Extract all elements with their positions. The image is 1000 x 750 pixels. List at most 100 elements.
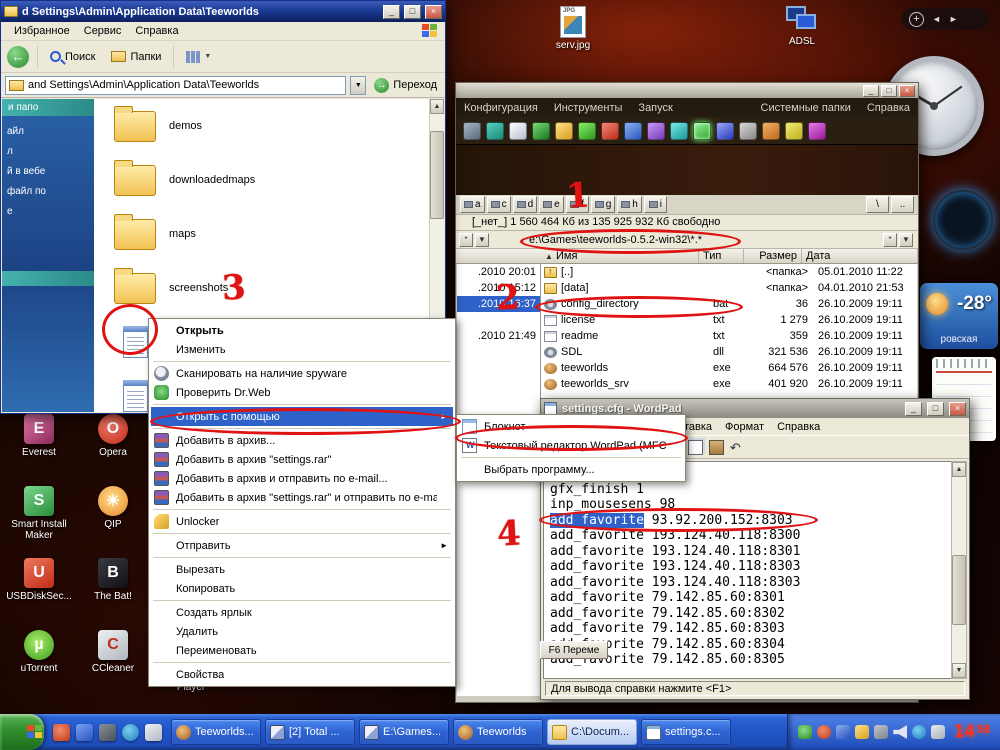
wordpad-scrollbar[interactable]: ▲ ▼ [951,461,967,679]
file-icon[interactable] [114,219,156,250]
maximize-button[interactable]: □ [881,85,897,97]
submenu-item[interactable]: Блокнот ► [459,417,683,436]
menu-item[interactable]: Сервис [77,25,129,37]
gadget-add-button[interactable]: + [909,12,924,27]
task-link[interactable]: файл по [7,182,89,202]
drive-up-button[interactable]: .. [891,196,914,213]
file-label[interactable]: maps [166,227,199,241]
minimize-button[interactable]: _ [905,402,922,416]
menu-item[interactable]: Избранное [7,25,77,37]
task-link[interactable]: айл [7,122,89,142]
menu-item[interactable]: Инструменты [554,102,623,114]
tc-left-row[interactable]: .2010 15:12 [457,280,540,296]
tray-icon-misc[interactable] [931,725,945,739]
maximize-button[interactable]: □ [927,402,944,416]
tray-icon-update[interactable] [855,725,869,739]
gadget-prev-icon[interactable]: ◄ [932,14,941,24]
tc-file-row[interactable]: readme txt 359 26.10.2009 19:11 [541,328,917,344]
back-button[interactable]: ← [7,46,29,68]
search-button[interactable]: Поиск [46,49,99,65]
tc-file-row[interactable]: SDL dll 321 536 26.10.2009 19:11 [541,344,917,360]
desktop-icon[interactable]: E Everest [2,410,76,482]
context-menu-item[interactable]: Добавить в архив... ► [151,431,453,450]
taskbar-clock[interactable]: 14 58 [954,724,990,740]
folders-button[interactable]: Папки [107,49,165,65]
column-header-type[interactable]: Тип [699,249,744,263]
context-menu-item[interactable]: Сканировать на наличие spyware ► [151,364,453,383]
go-button[interactable]: →Переход [370,76,441,95]
tc-file-row[interactable]: [data] <папка> 04.01.2010 21:53 [541,280,917,296]
menu-item[interactable]: Запуск [638,102,672,114]
context-menu-item[interactable]: Добавить в архив "settings.rar" ► [151,450,453,469]
desktop-icon[interactable]: B The Bat! [76,554,150,626]
taskbar-task[interactable]: Teeworlds... [171,719,261,745]
context-menu-item[interactable]: Открыть ► [151,321,453,340]
tc-file-row[interactable]: license txt 1 279 26.10.2009 19:11 [541,312,917,328]
tc-icon-star-red[interactable] [601,122,619,140]
file-row[interactable]: downloadedmaps [94,153,428,207]
drive-button[interactable]: e [539,196,564,213]
tc-icon-users[interactable] [693,122,711,140]
tc-icon-music[interactable] [808,122,826,140]
context-menu-item[interactable]: Копировать ► [151,579,453,598]
context-menu-item[interactable]: Удалить ► [151,622,453,641]
context-menu-item[interactable]: Вырезать ► [151,560,453,579]
scrollbar-thumb[interactable] [430,131,444,219]
address-input[interactable]: and Settings\Admin\Application Data\Teew… [5,76,346,95]
column-header-name[interactable]: ▲ Имя [541,249,699,263]
close-button[interactable]: × [949,402,966,416]
menu-item[interactable]: Справка [128,25,185,37]
drive-button[interactable]: f [566,196,589,213]
tc-icon-network[interactable] [532,122,550,140]
tc-left-row[interactable]: .2010 16:37 [457,296,540,312]
context-menu-item[interactable]: ► [153,404,451,405]
context-menu-item[interactable]: Переименовать ► [151,641,453,660]
taskbar-task[interactable]: E:\Games... [359,719,449,745]
task-link[interactable]: е [7,202,89,222]
desktop-icon[interactable]: ☀ QIP [76,482,150,554]
file-label[interactable]: downloadedmaps [166,173,258,187]
submenu-item[interactable]: Текстовый редактор WordPad (MFC) ► [459,436,683,455]
scroll-down-icon[interactable]: ▼ [952,663,966,678]
tc-file-row[interactable]: teeworlds exe 664 576 26.10.2009 19:11 [541,360,917,376]
tc-right-history-button[interactable]: * [883,233,897,247]
desktop-icon[interactable]: C CCleaner [76,626,150,698]
taskbar-task[interactable]: settings.c... [641,719,731,745]
tc-left-row[interactable]: .2010 20:01 [457,264,540,280]
tray-icon-antivirus[interactable] [798,725,812,739]
context-menu-item[interactable]: Unlocker ► [151,512,453,531]
tc-left-history-button[interactable]: * [459,233,473,247]
file-label[interactable]: screenshots [166,281,231,295]
context-menu-item[interactable]: ► [153,600,451,601]
column-header-date[interactable]: Дата [802,249,918,263]
context-menu-item[interactable]: Свойства ► [151,665,453,684]
tc-icon-grid[interactable] [739,122,757,140]
weather-gadget[interactable]: -28° ровская [920,283,998,349]
scroll-up-icon[interactable]: ▲ [430,99,444,114]
file-row[interactable]: maps [94,207,428,261]
gadget-next-icon[interactable]: ► [949,14,958,24]
tasks-pane-header[interactable]: и папо [2,99,94,116]
quick-launch-icon-1[interactable] [53,724,70,741]
undo-icon[interactable]: ↶ [730,440,741,455]
taskbar-task[interactable]: Teeworlds [453,719,543,745]
minimize-button[interactable]: _ [383,5,400,19]
start-button[interactable] [0,714,44,750]
maximize-button[interactable]: □ [404,5,421,19]
file-label[interactable]: demos [166,119,205,133]
context-menu-item[interactable]: ► [153,662,451,663]
tc-current-path[interactable]: e:\Games\teeworlds-0.5.2-win32\*.* [525,234,883,246]
drive-button[interactable]: c [487,196,511,213]
taskbar-task[interactable]: [2] Total ... [265,719,355,745]
context-menu-item[interactable]: Добавить в архив и отправить по e-mail..… [151,469,453,488]
tc-left-dropdown-button[interactable]: ▼ [475,233,489,247]
drive-button[interactable]: g [591,196,616,213]
file-icon[interactable] [114,165,156,196]
menu-item[interactable]: Справка [867,102,910,114]
tc-icon-refresh[interactable] [463,122,481,140]
tc-icon-disc[interactable] [670,122,688,140]
desktop-icon[interactable]: µ uTorrent [2,626,76,698]
context-menu-item[interactable]: Изменить ► [151,340,453,359]
menu-item[interactable]: Системные папки [761,102,851,114]
tc-icon-pack[interactable] [762,122,780,140]
